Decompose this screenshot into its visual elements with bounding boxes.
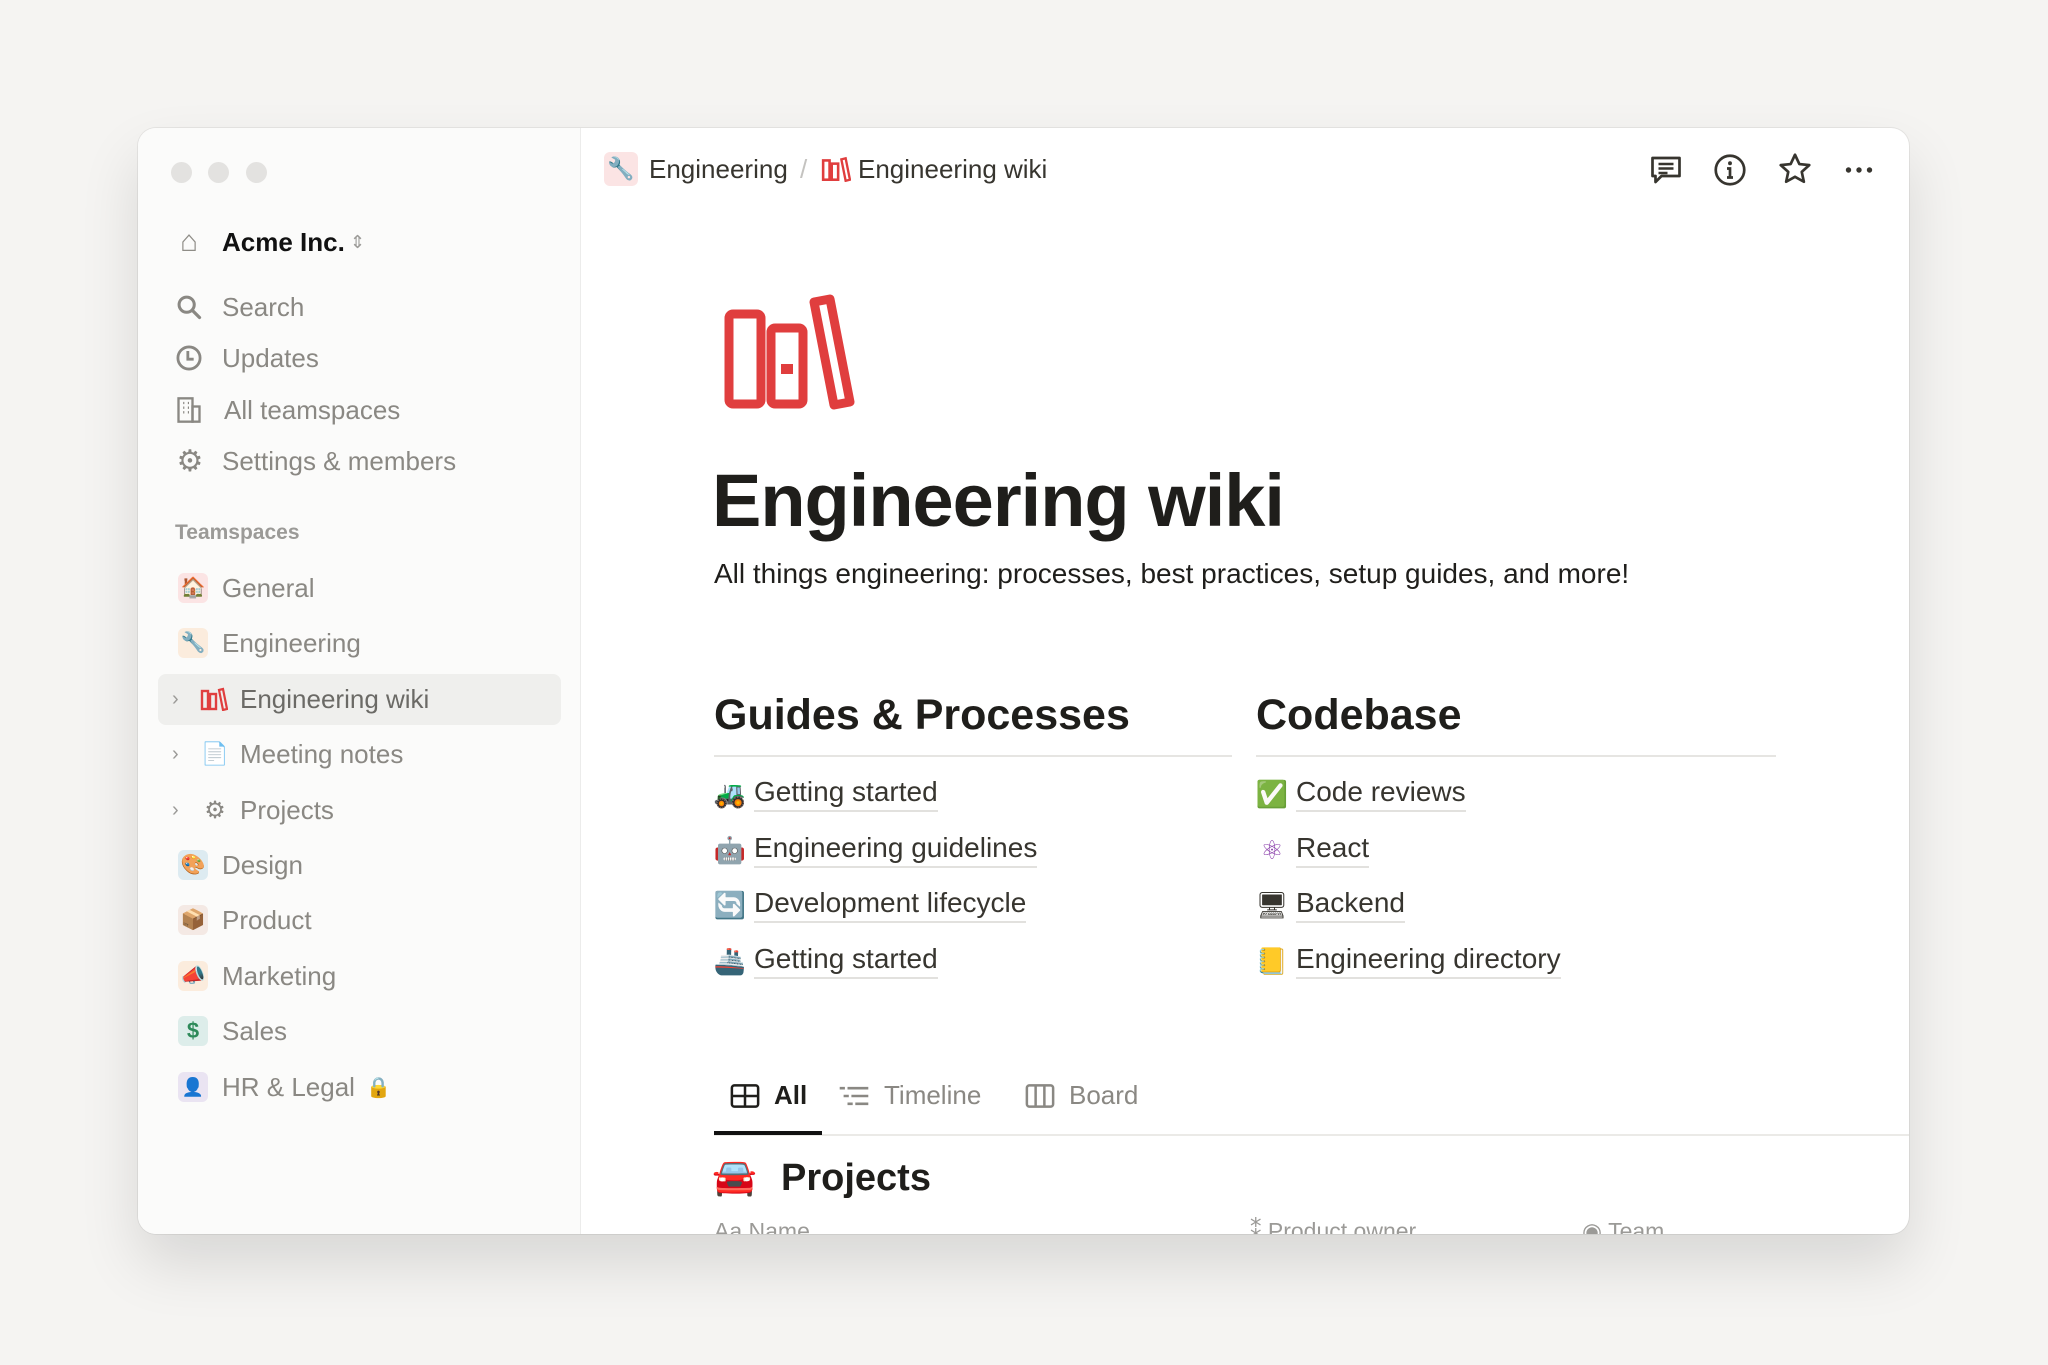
- atom-icon: ⚛: [1260, 834, 1284, 865]
- page-icon-books[interactable]: [724, 294, 856, 410]
- books-icon: [200, 687, 230, 711]
- breadcrumb-engineering[interactable]: Engineering: [649, 154, 788, 185]
- person-icon: 👤: [178, 1072, 208, 1102]
- house-icon: 🏠: [178, 573, 208, 603]
- section-heading-codebase: Codebase: [1256, 691, 1462, 739]
- dollar-icon: $: [178, 1016, 208, 1046]
- divider: [1256, 755, 1776, 757]
- tab-board[interactable]: Board: [1025, 1080, 1138, 1111]
- chevron-right-icon[interactable]: ›: [172, 688, 179, 711]
- table-icon: [730, 1083, 760, 1109]
- more-options-icon[interactable]: [1841, 152, 1877, 188]
- robot-icon: 🤖: [713, 834, 747, 865]
- tab-timeline[interactable]: Timeline: [838, 1080, 981, 1111]
- link-engineering-guidelines[interactable]: 🤖 Engineering guidelines: [712, 832, 1038, 868]
- star-icon[interactable]: [1777, 151, 1813, 187]
- board-icon: [1025, 1083, 1055, 1109]
- workspace-switcher[interactable]: ⌂ Acme Inc. ⇕: [138, 222, 538, 262]
- window-close-button[interactable]: [171, 162, 192, 183]
- notebook-icon: 📒: [1255, 945, 1289, 976]
- sidebar-item-hr-legal[interactable]: 👤 HR & Legal 🔒: [138, 1067, 558, 1107]
- link-backend[interactable]: 🖥 Backend: [1254, 887, 1405, 923]
- page-subtitle: All things engineering: processes, best …: [714, 558, 1630, 589]
- sidebar-item-engineering-wiki[interactable]: › Engineering wiki: [138, 679, 558, 719]
- sidebar-item-meeting-notes[interactable]: › 📄 Meeting notes: [138, 734, 558, 774]
- link-engineering-directory[interactable]: 📒 Engineering directory: [1254, 943, 1561, 979]
- link-getting-started[interactable]: 🚜 Getting started: [712, 776, 938, 812]
- window-minimize-button[interactable]: [208, 162, 229, 183]
- chevron-right-icon[interactable]: ›: [172, 799, 179, 822]
- checkbox-icon: ✅: [1255, 778, 1289, 809]
- wrench-icon: 🔧: [604, 152, 638, 186]
- link-getting-started-2[interactable]: 🚢 Getting started: [712, 943, 938, 979]
- section-heading-guides: Guides & Processes: [714, 691, 1130, 739]
- tractor-icon: 🚜: [713, 778, 747, 809]
- app-window: ⌂ Acme Inc. ⇕ Search Updates All teamspa…: [138, 128, 1909, 1234]
- sidebar-item-all-teamspaces[interactable]: All teamspaces: [138, 390, 538, 430]
- tabs-divider: [714, 1134, 1909, 1136]
- building-icon: [175, 396, 205, 424]
- chevron-right-icon[interactable]: ›: [172, 743, 179, 766]
- sidebar-item-projects[interactable]: › ⚙ Projects: [138, 790, 558, 830]
- gears-icon: ⚙: [204, 796, 226, 824]
- search-icon: [175, 293, 205, 321]
- teamspaces-label: Teamspaces: [175, 521, 300, 544]
- breadcrumb-separator: /: [800, 154, 808, 184]
- document-icon: 📄: [201, 741, 229, 766]
- select-icon: ◉: [1582, 1218, 1603, 1234]
- palette-icon: 🎨: [178, 850, 208, 880]
- home-icon: ⌂: [179, 225, 199, 258]
- wrench-icon: 🔧: [178, 628, 208, 658]
- sidebar-item-design[interactable]: 🎨 Design: [138, 845, 558, 885]
- sidebar-item-updates[interactable]: Updates: [138, 338, 538, 378]
- sidebar-item-general[interactable]: 🏠 General: [138, 568, 558, 608]
- sidebar-item-search[interactable]: Search: [138, 287, 538, 327]
- lock-icon: 🔒: [366, 1076, 391, 1099]
- page-title: Engineering wiki: [712, 459, 1285, 542]
- link-development-lifecycle[interactable]: 🔄 Development lifecycle: [712, 887, 1027, 923]
- info-icon[interactable]: [1712, 152, 1748, 188]
- ship-icon: 🚢: [713, 945, 747, 976]
- package-icon: 📦: [178, 905, 208, 935]
- computer-icon: 🖥: [1255, 889, 1289, 920]
- cycle-icon: 🔄: [713, 889, 747, 920]
- sidebar-item-product[interactable]: 📦 Product: [138, 900, 558, 940]
- gear-icon: ⚙: [176, 444, 204, 478]
- sidebar-item-sales[interactable]: $ Sales: [138, 1011, 558, 1051]
- car-icon: 🚘: [712, 1156, 757, 1197]
- window-zoom-button[interactable]: [246, 162, 267, 183]
- column-header-product-owner[interactable]: ⁑ Product owner: [1250, 1218, 1416, 1234]
- comments-icon[interactable]: [1648, 152, 1684, 188]
- timeline-icon: [838, 1083, 870, 1109]
- sidebar: ⌂ Acme Inc. ⇕ Search Updates All teamspa…: [138, 128, 581, 1234]
- clock-icon: [175, 344, 205, 372]
- text-type-icon: Aa: [714, 1218, 743, 1234]
- books-icon: [821, 156, 851, 182]
- chevron-updown-icon: ⇕: [350, 231, 366, 252]
- database-title[interactable]: Projects: [781, 1157, 931, 1200]
- sidebar-item-engineering[interactable]: 🔧 Engineering: [138, 623, 558, 663]
- link-react[interactable]: ⚛ React: [1254, 832, 1370, 868]
- column-header-team[interactable]: ◉ Team: [1582, 1218, 1664, 1234]
- link-code-reviews[interactable]: ✅ Code reviews: [1254, 776, 1466, 812]
- breadcrumb-engineering-wiki[interactable]: Engineering wiki: [858, 154, 1047, 185]
- sidebar-item-settings[interactable]: ⚙ Settings & members: [138, 441, 538, 481]
- megaphone-icon: 📣: [178, 961, 208, 991]
- sidebar-item-marketing[interactable]: 📣 Marketing: [138, 956, 558, 996]
- column-header-name[interactable]: Aa Name: [714, 1218, 810, 1234]
- divider: [714, 755, 1232, 757]
- tab-all[interactable]: All: [714, 1080, 807, 1111]
- active-tab-indicator: [714, 1131, 822, 1135]
- people-icon: ⁑: [1250, 1218, 1262, 1234]
